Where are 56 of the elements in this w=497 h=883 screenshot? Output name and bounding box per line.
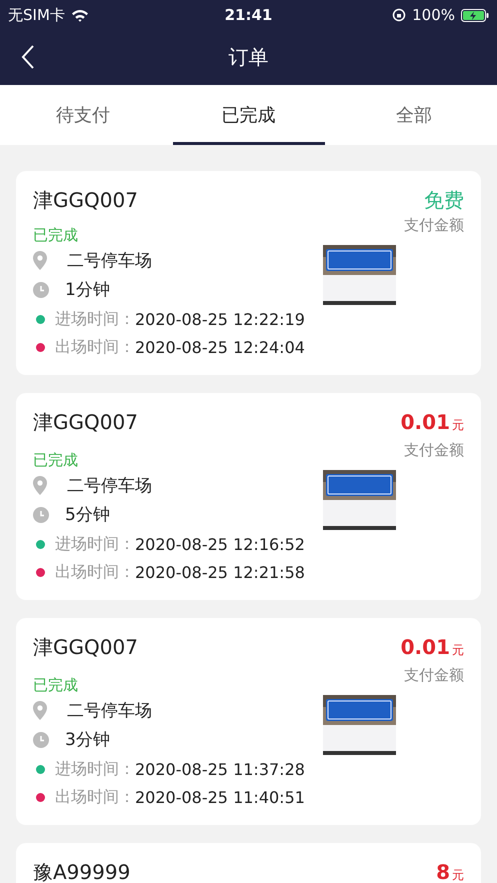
time-label: 出场时间： (55, 786, 135, 808)
time-label: 进场时间： (55, 758, 135, 780)
plate-number: 津GGQ007 (33, 409, 138, 436)
currency-unit: 元 (452, 868, 464, 882)
price-caption: 支付金额 (404, 665, 464, 685)
price-text: 免费 (424, 188, 464, 212)
parking-lot-name: 二号停车场 (67, 700, 152, 722)
tab[interactable]: 全部 (331, 85, 497, 145)
order-card[interactable]: 津GGQ007 0.01 元 支付金额 已完成 二号停车场 3分钟 进场时间：2020-08-25 11:37:28 出场时间：2020-08-25 11:40:51 (16, 618, 481, 825)
time-value: 2020-08-25 12:22:19 (135, 310, 305, 328)
price-caption: 支付金额 (404, 215, 464, 235)
order-card[interactable]: 津GGQ007 免费 支付金额 已完成 二号停车场 1分钟 进场时间：2020-08-25 12:22:19 出场时间：2020-08-25 12:24:04 (16, 171, 481, 375)
currency-unit: 元 (452, 418, 464, 432)
parking-lot-name: 二号停车场 (67, 475, 152, 497)
plate-number: 豫A99999 (33, 859, 130, 883)
status-text: 已完成 (33, 676, 78, 694)
order-card[interactable]: 津GGQ007 0.01 元 支付金额 已完成 二号停车场 5分钟 进场时间：2020-08-25 12:16:52 出场时间：2020-08-25 12:21:58 (16, 393, 481, 600)
plate-number: 津GGQ007 (33, 187, 138, 214)
time-label: 出场时间： (55, 336, 135, 358)
tab[interactable]: 已完成 (166, 85, 332, 145)
time-value: 2020-08-25 12:21:58 (135, 562, 305, 582)
clock-icon (33, 282, 49, 298)
status-text: 已完成 (33, 226, 78, 244)
price-amount: 0.01 (400, 410, 450, 434)
clock-icon (33, 732, 49, 748)
time-value: 2020-08-25 11:37:28 (135, 760, 305, 778)
currency-unit: 元 (452, 643, 464, 657)
battery-icon (461, 8, 489, 22)
time-value: 2020-08-25 11:40:51 (135, 788, 305, 806)
time-label: 进场时间： (55, 308, 135, 330)
status-text: 已完成 (33, 451, 78, 469)
time-value: 2020-08-25 12:24:04 (135, 338, 305, 356)
back-button[interactable] (20, 44, 36, 70)
wifi-icon (70, 8, 89, 22)
tab[interactable]: 待支付 (0, 85, 166, 145)
time-label: 出场时间： (55, 562, 135, 582)
location-pin-icon (33, 476, 47, 495)
time-label: 进场时间： (55, 534, 135, 554)
clock-icon (33, 506, 49, 522)
order-card[interactable]: 豫A99999 8 元 (16, 843, 481, 883)
battery-percent: 100% (412, 6, 455, 24)
price-caption: 支付金额 (404, 440, 464, 460)
price-amount: 0.01 (400, 635, 450, 659)
parking-lot-name: 二号停车场 (67, 250, 152, 272)
duration-text: 5分钟 (65, 504, 110, 526)
page-title: 订单 (228, 44, 268, 71)
duration-text: 1分钟 (65, 279, 110, 301)
plate-number: 津GGQ007 (33, 634, 138, 661)
duration-text: 3分钟 (65, 729, 110, 751)
time-value: 2020-08-25 12:16:52 (135, 534, 305, 554)
price-amount: 8 (436, 860, 450, 883)
clock-time: 21:41 (224, 6, 272, 24)
location-pin-icon (33, 251, 47, 270)
location-pin-icon (33, 701, 47, 720)
carrier-text: 无SIM卡 (8, 6, 65, 24)
rotation-lock-icon (392, 8, 406, 22)
